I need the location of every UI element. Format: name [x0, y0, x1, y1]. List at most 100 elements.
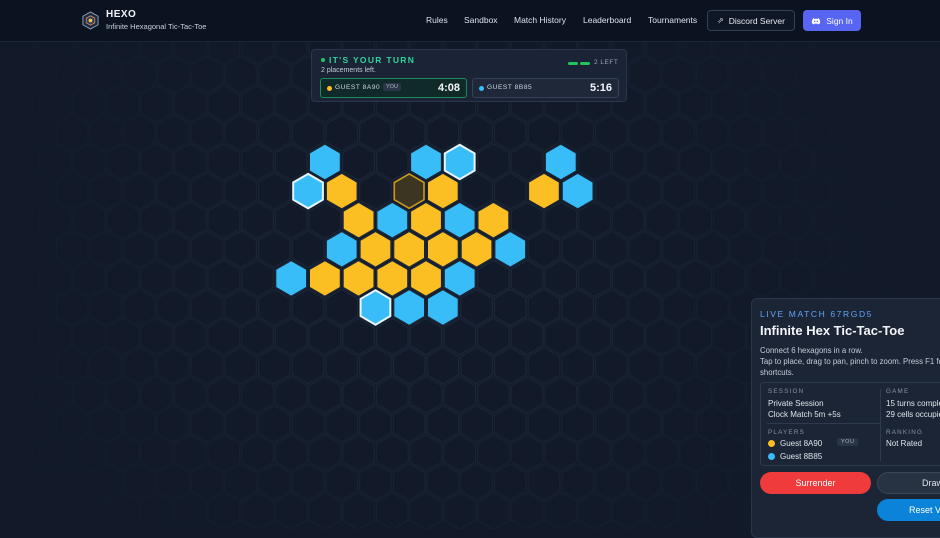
empty-hex-cell[interactable] — [291, 230, 325, 269]
empty-hex-cell[interactable] — [510, 492, 544, 529]
empty-hex-cell[interactable] — [392, 463, 426, 501]
empty-hex-cell[interactable] — [241, 434, 274, 472]
empty-hex-cell[interactable] — [258, 463, 291, 501]
empty-hex-cell[interactable] — [578, 259, 611, 298]
empty-hex-cell[interactable] — [510, 259, 544, 298]
empty-hex-cell[interactable] — [258, 230, 291, 269]
empty-hex-cell[interactable] — [207, 201, 241, 240]
empty-hex-cell[interactable] — [847, 201, 881, 240]
empty-hex-cell[interactable] — [409, 492, 443, 529]
empty-hex-cell[interactable] — [662, 55, 696, 94]
empty-hex-cell[interactable] — [493, 172, 527, 210]
empty-hex-cell[interactable] — [224, 55, 257, 94]
empty-hex-cell[interactable] — [561, 346, 595, 385]
empty-hex-cell[interactable] — [392, 346, 426, 385]
empty-hex-cell[interactable] — [173, 375, 207, 414]
empty-hex-cell[interactable] — [224, 230, 257, 269]
empty-hex-cell[interactable] — [123, 346, 156, 385]
empty-hex-cell[interactable] — [342, 434, 375, 472]
offer-draw-button[interactable]: Draw — [877, 472, 940, 494]
empty-hex-cell[interactable] — [89, 288, 123, 327]
empty-hex-cell[interactable] — [594, 230, 628, 269]
empty-hex-cell[interactable] — [578, 375, 611, 414]
empty-hex-cell[interactable] — [477, 143, 510, 181]
empty-hex-cell[interactable] — [645, 375, 679, 414]
empty-hex-cell[interactable] — [258, 288, 291, 327]
empty-hex-cell[interactable] — [527, 230, 561, 269]
empty-hex-cell[interactable] — [628, 172, 662, 210]
empty-hex-cell[interactable] — [881, 201, 915, 240]
empty-hex-cell[interactable] — [443, 492, 477, 529]
empty-hex-cell[interactable] — [190, 114, 224, 152]
empty-hex-cell[interactable] — [258, 172, 291, 210]
empty-hex-cell[interactable] — [645, 492, 679, 529]
empty-hex-cell[interactable] — [443, 317, 477, 356]
empty-hex-cell[interactable] — [527, 405, 561, 443]
empty-hex-cell[interactable] — [224, 172, 257, 210]
empty-hex-cell[interactable] — [594, 463, 628, 501]
empty-hex-cell[interactable] — [864, 230, 898, 269]
empty-hex-cell[interactable] — [156, 230, 190, 269]
empty-hex-cell[interactable] — [140, 201, 173, 240]
empty-hex-cell[interactable] — [645, 317, 679, 356]
empty-hex-cell[interactable] — [72, 434, 106, 472]
empty-hex-cell[interactable] — [72, 259, 106, 298]
empty-hex-cell[interactable] — [72, 317, 106, 356]
empty-hex-cell[interactable] — [493, 288, 527, 327]
empty-hex-cell[interactable] — [594, 346, 628, 385]
empty-hex-cell[interactable] — [611, 492, 645, 529]
empty-hex-cell[interactable] — [662, 346, 696, 385]
empty-hex-cell[interactable] — [712, 492, 746, 529]
empty-hex-cell[interactable] — [241, 259, 274, 298]
empty-hex-cell[interactable] — [123, 114, 156, 152]
empty-hex-cell[interactable] — [426, 114, 460, 152]
empty-hex-cell[interactable] — [274, 143, 308, 181]
empty-hex-cell[interactable] — [797, 172, 830, 210]
empty-hex-cell[interactable] — [156, 172, 190, 210]
empty-hex-cell[interactable] — [190, 463, 224, 501]
empty-hex-cell[interactable] — [106, 201, 140, 240]
empty-hex-cell[interactable] — [696, 172, 729, 210]
empty-hex-cell[interactable] — [780, 143, 814, 181]
empty-hex-cell[interactable] — [89, 172, 123, 210]
empty-hex-cell[interactable] — [106, 84, 140, 123]
empty-hex-cell[interactable] — [258, 346, 291, 385]
empty-hex-cell[interactable] — [763, 114, 797, 152]
empty-hex-cell[interactable] — [375, 375, 409, 414]
empty-hex-cell[interactable] — [190, 230, 224, 269]
empty-hex-cell[interactable] — [392, 114, 426, 152]
empty-hex-cell[interactable] — [72, 84, 106, 123]
empty-hex-cell[interactable] — [561, 114, 595, 152]
sign-in-button[interactable]: Sign In — [803, 10, 861, 31]
empty-hex-cell[interactable] — [274, 492, 308, 529]
empty-hex-cell[interactable] — [797, 114, 830, 152]
empty-hex-cell[interactable] — [156, 405, 190, 443]
empty-hex-cell[interactable] — [561, 405, 595, 443]
empty-hex-cell[interactable] — [123, 405, 156, 443]
empty-hex-cell[interactable] — [493, 405, 527, 443]
empty-hex-cell[interactable] — [628, 463, 662, 501]
empty-hex-cell[interactable] — [89, 230, 123, 269]
empty-hex-cell[interactable] — [241, 492, 274, 529]
empty-hex-cell[interactable] — [645, 84, 679, 123]
empty-hex-cell[interactable] — [594, 288, 628, 327]
empty-hex-cell[interactable] — [594, 114, 628, 152]
empty-hex-cell[interactable] — [881, 259, 915, 298]
empty-hex-cell[interactable] — [207, 317, 241, 356]
empty-hex-cell[interactable] — [55, 405, 89, 443]
empty-hex-cell[interactable] — [156, 463, 190, 501]
empty-hex-cell[interactable] — [712, 317, 746, 356]
empty-hex-cell[interactable] — [763, 55, 797, 94]
empty-hex-cell[interactable] — [173, 143, 207, 181]
empty-hex-cell[interactable] — [510, 143, 544, 181]
empty-hex-cell[interactable] — [443, 434, 477, 472]
empty-hex-cell[interactable] — [578, 201, 611, 240]
empty-hex-cell[interactable] — [679, 259, 713, 298]
empty-hex-cell[interactable] — [611, 434, 645, 472]
empty-hex-cell[interactable] — [662, 463, 696, 501]
nav-rules[interactable]: Rules — [426, 15, 448, 25]
empty-hex-cell[interactable] — [477, 434, 510, 472]
empty-hex-cell[interactable] — [156, 55, 190, 94]
empty-hex-cell[interactable] — [106, 259, 140, 298]
empty-hex-cell[interactable] — [241, 143, 274, 181]
